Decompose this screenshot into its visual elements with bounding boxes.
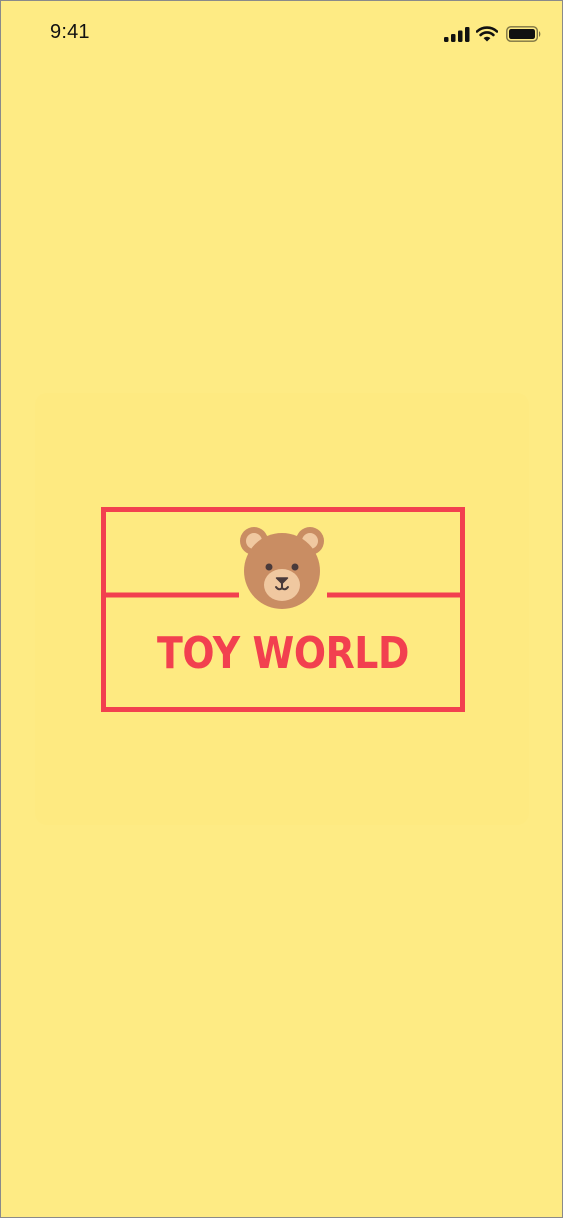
toy-world-logo: TOY WORLD: [101, 507, 465, 712]
logo-title: TOY WORLD: [157, 628, 409, 679]
teddy-bear-icon: [240, 527, 324, 609]
status-bar: 9:41: [1, 1, 562, 61]
splash-screen: 9:41 TOY WORLD: [0, 0, 563, 1218]
signal-icon: [444, 27, 470, 42]
battery-icon: [506, 26, 541, 42]
status-icons: [444, 23, 542, 45]
wifi-icon: [476, 26, 498, 42]
status-time: 9:41: [50, 21, 90, 43]
